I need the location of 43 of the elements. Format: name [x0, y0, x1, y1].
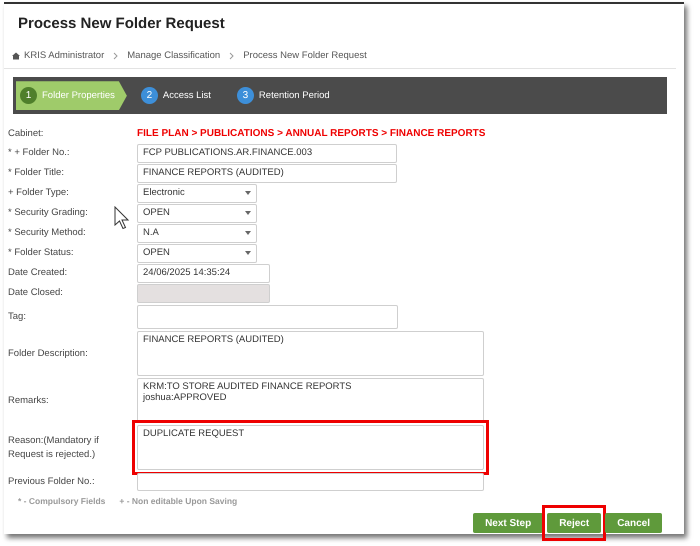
footnote: + - Non editable Upon Saving	[119, 495, 238, 508]
wizard-step[interactable]: 1 Folder Properties	[16, 81, 127, 110]
wizard-step[interactable]: 2 Access List	[136, 81, 223, 110]
caret-icon	[245, 191, 251, 196]
field-label: * Folder Title:	[8, 167, 64, 178]
breadcrumb-link[interactable]: Manage Classification	[127, 49, 220, 64]
field-label: Reason:(Mandatory if Request is rejected.)	[8, 434, 99, 460]
input-field[interactable]: 24/06/2025 14:35:24	[137, 264, 270, 283]
field-label: + Folder Type:	[8, 187, 69, 198]
input-field[interactable]: FCP PUBLICATIONS.AR.FINANCE.003	[137, 144, 397, 163]
breadcrumb-link[interactable]: KRIS Administrator	[24, 49, 104, 64]
dropdown[interactable]: OPEN	[137, 244, 257, 263]
field-label: * Security Grading:	[8, 207, 88, 218]
text-area[interactable]: DUPLICATE REQUEST	[137, 425, 484, 470]
field-label: Previous Folder No.:	[8, 476, 95, 488]
field-label: Folder Description:	[8, 348, 88, 359]
input-field[interactable]	[137, 305, 398, 330]
caret-icon	[245, 231, 251, 236]
field-label: Date Created:	[8, 267, 68, 278]
wizard-step[interactable]: 3 Retention Period	[232, 81, 342, 110]
input-field[interactable]: FINANCE REPORTS (AUDITED)	[137, 164, 397, 183]
chevron-icon	[229, 52, 234, 60]
field-label: * Folder Status:	[8, 247, 74, 258]
field-label: Tag:	[8, 311, 26, 322]
dropdown[interactable]: N.A	[137, 224, 257, 243]
field-label: * Security Method:	[8, 227, 86, 238]
chevron-icon	[113, 52, 118, 60]
home-icon[interactable]	[12, 52, 20, 60]
field-label: Cabinet:	[8, 126, 44, 140]
text-area[interactable]: FINANCE REPORTS (AUDITED)	[137, 331, 484, 376]
field-label: Remarks:	[8, 394, 49, 406]
footnote: * - Compulsory Fields	[18, 495, 106, 508]
field-label: Date Closed:	[8, 287, 63, 298]
input-field[interactable]	[137, 473, 484, 492]
page-title: Process New Folder Request	[17, 14, 226, 33]
dropdown[interactable]: Electronic	[137, 184, 257, 203]
caret-icon	[245, 211, 251, 216]
field-label: * + Folder No.:	[8, 147, 70, 158]
cabinet-path: FILE PLAN > PUBLICATIONS > ANNUAL REPORTS > FINANCE REPORTS	[137, 126, 486, 141]
caret-icon	[245, 251, 251, 256]
breadcrumb-link[interactable]: Process New Folder Request	[243, 49, 367, 64]
mouse-pointer-icon	[114, 206, 130, 230]
dropdown[interactable]: OPEN	[137, 204, 257, 223]
